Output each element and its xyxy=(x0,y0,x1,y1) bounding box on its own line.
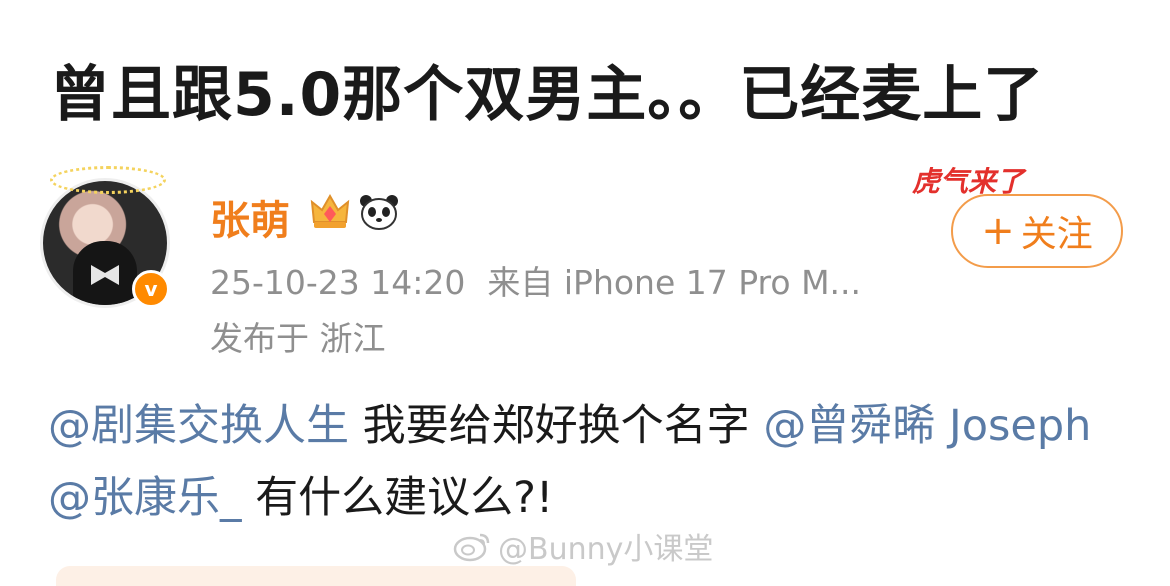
watermark-text: @Bunny小课堂 xyxy=(498,532,714,567)
post-text: 我要给郑好换个名字 xyxy=(349,401,764,451)
mention-link[interactable]: @剧集交换人生 xyxy=(48,401,349,451)
mention-link[interactable]: @曾舜晞 Joseph xyxy=(763,401,1091,451)
post-headline: 曾且跟5.0那个双男主。。已经麦上了 xyxy=(50,60,1045,130)
mention-link[interactable]: @张康乐_ xyxy=(48,473,242,523)
plus-icon: + xyxy=(981,208,1015,254)
weibo-icon xyxy=(453,533,490,562)
follow-button[interactable]: + 关注 xyxy=(951,194,1123,268)
avatar-halo-frame xyxy=(50,166,166,194)
bottom-card-edge xyxy=(56,566,576,586)
watermark: @Bunny小课堂 xyxy=(452,524,713,568)
post-location: 发布于 浙江 xyxy=(210,319,386,358)
post-body: @剧集交换人生 我要给郑好换个名字 @曾舜晞 Joseph @张康乐_ 有什么建… xyxy=(48,390,1138,534)
post-text: 有什么建议么?! xyxy=(241,473,554,523)
crown-icon xyxy=(310,193,350,228)
panda-icon xyxy=(360,195,398,230)
verified-badge-icon: v xyxy=(132,270,170,308)
post-timestamp: 25-10-23 14:20 xyxy=(210,263,466,302)
post-source[interactable]: 来自 iPhone 17 Pro M... xyxy=(487,263,861,302)
username[interactable]: 张萌 xyxy=(210,188,290,246)
post-meta: 25-10-23 14:20 来自 iPhone 17 Pro M... xyxy=(210,256,861,304)
follow-button-label: 关注 xyxy=(1020,214,1093,255)
avatar[interactable]: v xyxy=(40,166,170,308)
